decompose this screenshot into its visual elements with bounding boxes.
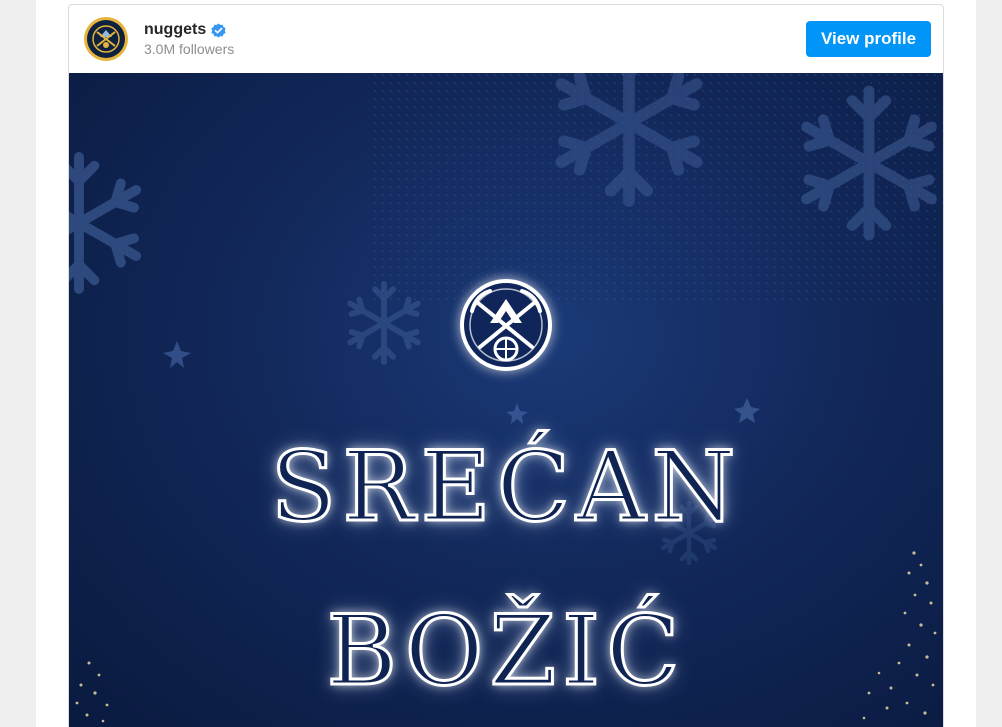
- nuggets-logo-icon: [87, 20, 125, 58]
- follower-count: 3.0M followers: [144, 41, 235, 57]
- verified-badge-icon: [211, 22, 226, 38]
- instagram-embed-card: nuggets 3.0M followers View profile SREĆ…: [68, 4, 944, 727]
- view-profile-button[interactable]: View profile: [806, 21, 931, 57]
- profile-avatar[interactable]: [84, 17, 128, 61]
- embed-header: nuggets 3.0M followers View profile: [69, 5, 943, 73]
- greeting-line-1: SREĆAN: [269, 430, 742, 545]
- greeting-line-2: BOŽIĆ: [325, 594, 686, 709]
- username[interactable]: nuggets: [144, 21, 206, 39]
- profile-name-block: nuggets 3.0M followers: [144, 21, 234, 57]
- nuggets-pickaxe-logo-icon: [460, 279, 552, 371]
- post-image[interactable]: SREĆAN BOŽIĆ: [69, 73, 943, 727]
